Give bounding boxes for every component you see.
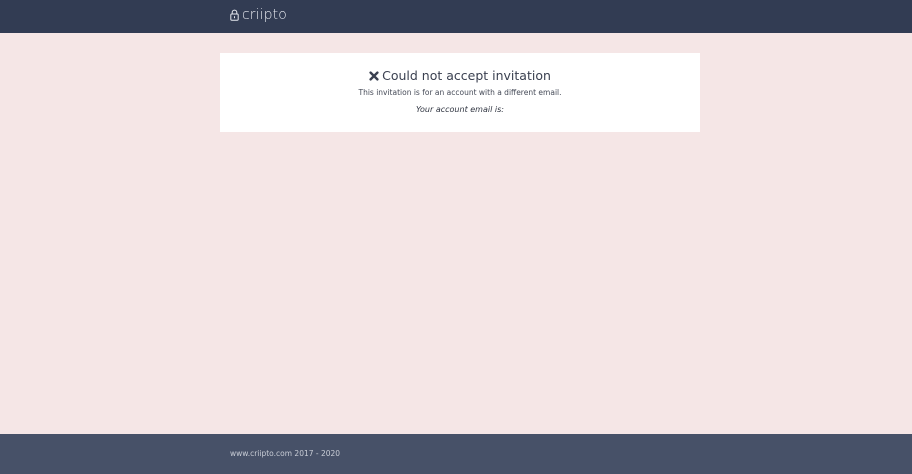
footer-copyright: www.criipto.com 2017 - 2020 xyxy=(230,449,341,458)
page-footer: www.criipto.com 2017 - 2020 xyxy=(0,434,912,474)
close-icon xyxy=(369,70,379,81)
account-email-label: Your account email is: xyxy=(416,105,504,114)
error-message: This invitation is for an account with a… xyxy=(358,88,562,97)
error-card: Could not accept invitation This invitat… xyxy=(220,53,700,132)
top-navbar: criipto xyxy=(0,0,912,33)
error-title: Could not accept invitation xyxy=(382,68,551,83)
brand-name: criipto xyxy=(242,7,287,23)
lock-icon xyxy=(230,9,239,21)
brand-logo-link[interactable]: criipto xyxy=(230,7,287,23)
error-title-row: Could not accept invitation xyxy=(220,68,700,83)
